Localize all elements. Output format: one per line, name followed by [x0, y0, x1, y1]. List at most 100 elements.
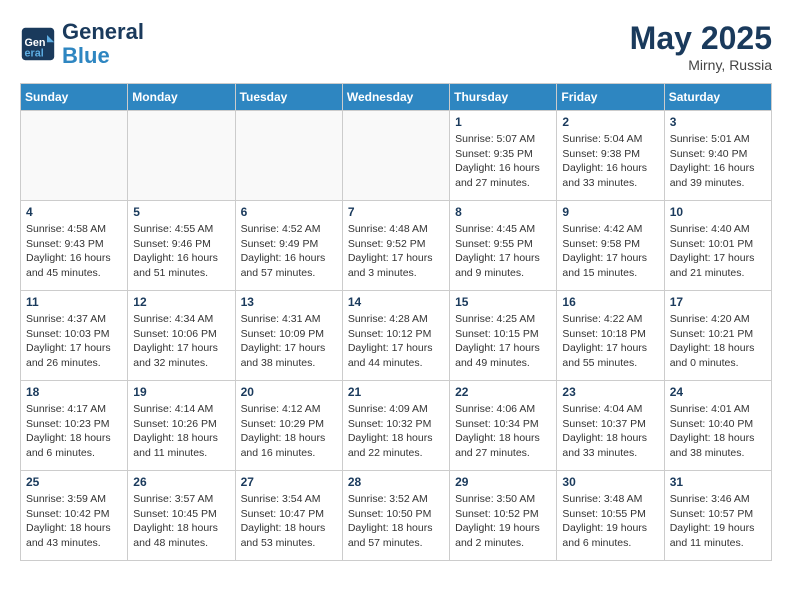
day-number: 23: [562, 385, 658, 399]
calendar-week-row: 1Sunrise: 5:07 AM Sunset: 9:35 PM Daylig…: [21, 111, 772, 201]
day-number: 30: [562, 475, 658, 489]
table-row: 26 Sunrise: 3:57 AM Sunset: 10:45 PM Dayl…: [128, 471, 235, 561]
day-info: Sunrise: 3:54 AM Sunset: 10:47 PM Daylig…: [241, 492, 337, 551]
table-row: 17 Sunrise: 4:20 AM Sunset: 10:21 PM Dayl…: [664, 291, 771, 381]
day-number: 17: [670, 295, 766, 309]
table-row: 9Sunrise: 4:42 AM Sunset: 9:58 PM Daylig…: [557, 201, 664, 291]
day-info: Sunrise: 4:40 AM Sunset: 10:01 PM Daylig…: [670, 222, 766, 281]
day-number: 9: [562, 205, 658, 219]
table-row: 3Sunrise: 5:01 AM Sunset: 9:40 PM Daylig…: [664, 111, 771, 201]
day-info: Sunrise: 4:31 AM Sunset: 10:09 PM Daylig…: [241, 312, 337, 371]
day-number: 19: [133, 385, 229, 399]
header-saturday: Saturday: [664, 84, 771, 111]
table-row: 29 Sunrise: 3:50 AM Sunset: 10:52 PM Dayl…: [450, 471, 557, 561]
day-info: Sunrise: 3:48 AM Sunset: 10:55 PM Daylig…: [562, 492, 658, 551]
calendar-week-row: 18 Sunrise: 4:17 AM Sunset: 10:23 PM Dayl…: [21, 381, 772, 471]
day-info: Sunrise: 3:46 AM Sunset: 10:57 PM Daylig…: [670, 492, 766, 551]
calendar-week-row: 4 Sunrise: 4:58 AM Sunset: 9:43 PM Daylig…: [21, 201, 772, 291]
day-info: Sunrise: 4:52 AM Sunset: 9:49 PM Dayligh…: [241, 222, 337, 281]
table-row: 18 Sunrise: 4:17 AM Sunset: 10:23 PM Dayl…: [21, 381, 128, 471]
title-block: May 2025 Mirny, Russia: [630, 20, 772, 73]
day-number: 31: [670, 475, 766, 489]
header-sunday: Sunday: [21, 84, 128, 111]
day-number: 3: [670, 115, 766, 129]
day-info: Sunrise: 4:17 AM Sunset: 10:23 PM Daylig…: [26, 402, 122, 461]
day-number: 5: [133, 205, 229, 219]
table-row: 22 Sunrise: 4:06 AM Sunset: 10:34 PM Dayl…: [450, 381, 557, 471]
day-info: Sunrise: 4:28 AM Sunset: 10:12 PM Daylig…: [348, 312, 444, 371]
day-info: Sunrise: 5:07 AM Sunset: 9:35 PM Dayligh…: [455, 132, 551, 191]
day-info: Sunrise: 4:14 AM Sunset: 10:26 PM Daylig…: [133, 402, 229, 461]
table-row: 10 Sunrise: 4:40 AM Sunset: 10:01 PM Dayl…: [664, 201, 771, 291]
day-number: 7: [348, 205, 444, 219]
day-info: Sunrise: 4:34 AM Sunset: 10:06 PM Daylig…: [133, 312, 229, 371]
day-number: 26: [133, 475, 229, 489]
table-row: [21, 111, 128, 201]
logo: Gen eral General Blue: [20, 20, 144, 68]
day-number: 6: [241, 205, 337, 219]
day-number: 10: [670, 205, 766, 219]
day-number: 4: [26, 205, 122, 219]
day-info: Sunrise: 5:04 AM Sunset: 9:38 PM Dayligh…: [562, 132, 658, 191]
day-number: 12: [133, 295, 229, 309]
table-row: 13 Sunrise: 4:31 AM Sunset: 10:09 PM Dayl…: [235, 291, 342, 381]
table-row: 16Sunrise: 4:22 AM Sunset: 10:18 PM Dayl…: [557, 291, 664, 381]
day-info: Sunrise: 4:01 AM Sunset: 10:40 PM Daylig…: [670, 402, 766, 461]
day-info: Sunrise: 3:52 AM Sunset: 10:50 PM Daylig…: [348, 492, 444, 551]
header-wednesday: Wednesday: [342, 84, 449, 111]
weekday-header-row: Sunday Monday Tuesday Wednesday Thursday…: [21, 84, 772, 111]
day-number: 29: [455, 475, 551, 489]
table-row: 8 Sunrise: 4:45 AM Sunset: 9:55 PM Daylig…: [450, 201, 557, 291]
day-number: 25: [26, 475, 122, 489]
table-row: 21 Sunrise: 4:09 AM Sunset: 10:32 PM Dayl…: [342, 381, 449, 471]
day-number: 18: [26, 385, 122, 399]
table-row: 25 Sunrise: 3:59 AM Sunset: 10:42 PM Dayl…: [21, 471, 128, 561]
day-number: 22: [455, 385, 551, 399]
header-monday: Monday: [128, 84, 235, 111]
table-row: 31 Sunrise: 3:46 AM Sunset: 10:57 PM Dayl…: [664, 471, 771, 561]
day-info: Sunrise: 4:58 AM Sunset: 9:43 PM Dayligh…: [26, 222, 122, 281]
table-row: 12 Sunrise: 4:34 AM Sunset: 10:06 PM Dayl…: [128, 291, 235, 381]
day-info: Sunrise: 3:50 AM Sunset: 10:52 PM Daylig…: [455, 492, 551, 551]
header-tuesday: Tuesday: [235, 84, 342, 111]
day-info: Sunrise: 4:45 AM Sunset: 9:55 PM Dayligh…: [455, 222, 551, 281]
day-number: 20: [241, 385, 337, 399]
svg-text:eral: eral: [25, 48, 44, 60]
calendar-table: Sunday Monday Tuesday Wednesday Thursday…: [20, 83, 772, 561]
table-row: 24Sunrise: 4:01 AM Sunset: 10:40 PM Dayl…: [664, 381, 771, 471]
table-row: 28Sunrise: 3:52 AM Sunset: 10:50 PM Dayl…: [342, 471, 449, 561]
table-row: 15Sunrise: 4:25 AM Sunset: 10:15 PM Dayl…: [450, 291, 557, 381]
day-number: 15: [455, 295, 551, 309]
day-number: 2: [562, 115, 658, 129]
table-row: [128, 111, 235, 201]
day-info: Sunrise: 3:57 AM Sunset: 10:45 PM Daylig…: [133, 492, 229, 551]
header-thursday: Thursday: [450, 84, 557, 111]
day-info: Sunrise: 4:22 AM Sunset: 10:18 PM Daylig…: [562, 312, 658, 371]
table-row: 7Sunrise: 4:48 AM Sunset: 9:52 PM Daylig…: [342, 201, 449, 291]
location-subtitle: Mirny, Russia: [630, 57, 772, 73]
day-number: 11: [26, 295, 122, 309]
day-number: 13: [241, 295, 337, 309]
day-info: Sunrise: 3:59 AM Sunset: 10:42 PM Daylig…: [26, 492, 122, 551]
table-row: 2 Sunrise: 5:04 AM Sunset: 9:38 PM Daylig…: [557, 111, 664, 201]
table-row: 30 Sunrise: 3:48 AM Sunset: 10:55 PM Dayl…: [557, 471, 664, 561]
day-info: Sunrise: 4:12 AM Sunset: 10:29 PM Daylig…: [241, 402, 337, 461]
page-header: Gen eral General Blue May 2025 Mirny, Ru…: [20, 20, 772, 73]
month-year-title: May 2025: [630, 20, 772, 57]
table-row: 23 Sunrise: 4:04 AM Sunset: 10:37 PM Dayl…: [557, 381, 664, 471]
day-number: 8: [455, 205, 551, 219]
day-info: Sunrise: 4:20 AM Sunset: 10:21 PM Daylig…: [670, 312, 766, 371]
day-info: Sunrise: 4:06 AM Sunset: 10:34 PM Daylig…: [455, 402, 551, 461]
table-row: 11 Sunrise: 4:37 AM Sunset: 10:03 PM Dayl…: [21, 291, 128, 381]
table-row: 1Sunrise: 5:07 AM Sunset: 9:35 PM Daylig…: [450, 111, 557, 201]
table-row: 14Sunrise: 4:28 AM Sunset: 10:12 PM Dayl…: [342, 291, 449, 381]
header-friday: Friday: [557, 84, 664, 111]
table-row: 6 Sunrise: 4:52 AM Sunset: 9:49 PM Daylig…: [235, 201, 342, 291]
table-row: 27Sunrise: 3:54 AM Sunset: 10:47 PM Dayl…: [235, 471, 342, 561]
day-info: Sunrise: 4:04 AM Sunset: 10:37 PM Daylig…: [562, 402, 658, 461]
day-number: 21: [348, 385, 444, 399]
table-row: 20 Sunrise: 4:12 AM Sunset: 10:29 PM Dayl…: [235, 381, 342, 471]
table-row: 4 Sunrise: 4:58 AM Sunset: 9:43 PM Daylig…: [21, 201, 128, 291]
day-info: Sunrise: 4:37 AM Sunset: 10:03 PM Daylig…: [26, 312, 122, 371]
day-info: Sunrise: 4:09 AM Sunset: 10:32 PM Daylig…: [348, 402, 444, 461]
